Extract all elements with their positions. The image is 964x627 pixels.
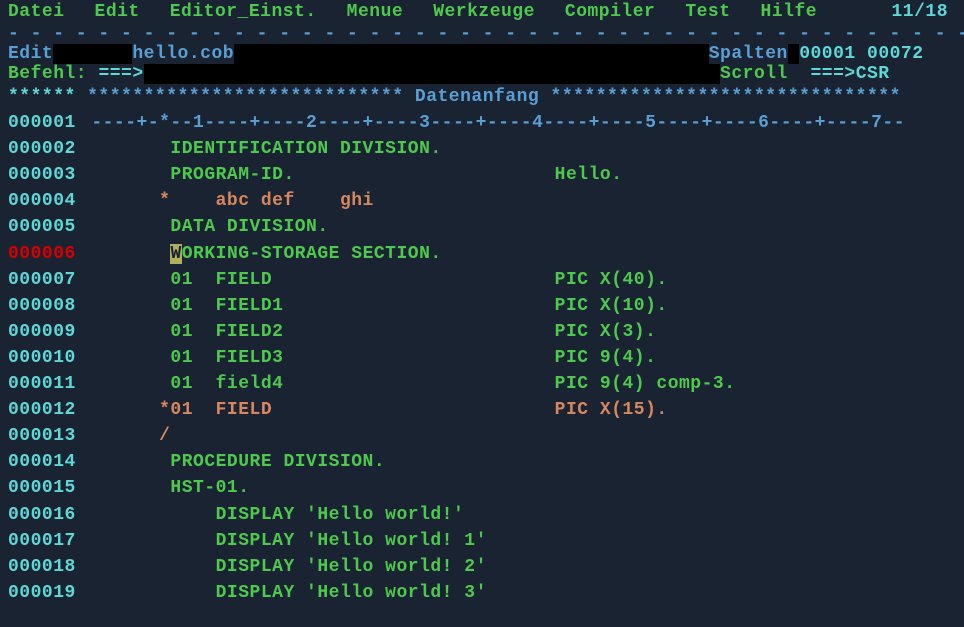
code-line[interactable]: 000002 IDENTIFICATION DIVISION.	[8, 136, 956, 162]
code-line[interactable]: 000009 01 FIELD2 PIC X(3).	[8, 319, 956, 345]
filename: hello.cob	[132, 44, 234, 64]
line-number: 000002	[8, 136, 80, 162]
text-cursor: W	[170, 244, 181, 264]
code-text: *01 FIELD PIC X(15).	[91, 400, 667, 420]
menu-editor-einst[interactable]: Editor_Einst.	[170, 2, 317, 22]
befehl-label: Befehl:	[8, 64, 87, 84]
banner-line: ****** **************************** Date…	[8, 84, 956, 110]
code-text: * abc def ghi	[91, 191, 374, 211]
mode-gap	[53, 44, 132, 64]
line-number: 000010	[8, 345, 80, 371]
code-text: ----+-*--1----+----2----+----3----+----4…	[91, 113, 905, 133]
line-number: 000011	[8, 371, 80, 397]
code-line[interactable]: 000006 WORKING-STORAGE SECTION.	[8, 241, 956, 267]
menu-edit[interactable]: Edit	[95, 2, 140, 22]
line-number: 000007	[8, 267, 80, 293]
code-area[interactable]: ****** **************************** Date…	[0, 84, 964, 606]
code-text: IDENTIFICATION DIVISION.	[91, 139, 441, 159]
line-number: 000004	[8, 188, 80, 214]
spalten-gap	[788, 44, 799, 64]
code-text: DATA DIVISION.	[91, 217, 328, 237]
banner-title: Datenanfang	[415, 87, 539, 107]
divider-line: - - - - - - - - - - - - - - - - - - - - …	[0, 24, 964, 44]
code-text: 01 FIELD3 PIC 9(4).	[91, 348, 656, 368]
menu-compiler[interactable]: Compiler	[565, 2, 655, 22]
code-line[interactable]: 000014 PROCEDURE DIVISION.	[8, 449, 956, 475]
line-number: 000005	[8, 214, 80, 240]
menu-hilfe[interactable]: Hilfe	[761, 2, 818, 22]
line-number: 000019	[8, 580, 80, 606]
code-text: 01 field4 PIC 9(4) comp-3.	[91, 374, 735, 394]
line-number: 000014	[8, 449, 80, 475]
menu-menue[interactable]: Menue	[347, 2, 404, 22]
code-line[interactable]: 000008 01 FIELD1 PIC X(10).	[8, 293, 956, 319]
line-number: 000017	[8, 528, 80, 554]
code-line[interactable]: 000007 01 FIELD PIC X(40).	[8, 267, 956, 293]
col-start: 00001	[799, 44, 856, 64]
code-line[interactable]: 000012 *01 FIELD PIC X(15).	[8, 397, 956, 423]
code-text: HST-01.	[91, 478, 249, 498]
code-line[interactable]: 000010 01 FIELD3 PIC 9(4).	[8, 345, 956, 371]
code-text: DISPLAY 'Hello world! 1'	[91, 531, 487, 551]
code-text: PROCEDURE DIVISION.	[91, 452, 385, 472]
code-text: DISPLAY 'Hello world! 2'	[91, 557, 487, 577]
code-text-post: ORKING-STORAGE SECTION.	[182, 244, 442, 264]
code-line[interactable]: 000011 01 field4 PIC 9(4) comp-3.	[8, 371, 956, 397]
code-line[interactable]: 000003 PROGRAM-ID. Hello.	[8, 162, 956, 188]
line-number: 000012	[8, 397, 80, 423]
mode-label: Edit	[8, 44, 53, 64]
line-number: 000009	[8, 319, 80, 345]
code-text: 01 FIELD1 PIC X(10).	[91, 296, 667, 316]
scroll-prompt: ===>	[810, 64, 855, 84]
line-number: 000001	[8, 110, 80, 136]
col-end: 00072	[867, 44, 924, 64]
line-number: 000015	[8, 475, 80, 501]
line-number: 000003	[8, 162, 80, 188]
banner-stars-left: ******	[8, 87, 76, 107]
code-text: PROGRAM-ID. Hello.	[91, 165, 622, 185]
command-input[interactable]	[144, 64, 720, 84]
code-line[interactable]: 000004 * abc def ghi	[8, 188, 956, 214]
befehl-prompt[interactable]: ===>	[98, 64, 143, 84]
banner-stars-mid2: *******************************	[551, 87, 901, 107]
header-row: Edit hello.cob Spalten 00001 00072	[0, 44, 964, 64]
scroll-label: Scroll	[720, 64, 788, 84]
code-line[interactable]: 000015 HST-01.	[8, 475, 956, 501]
filename-gap	[234, 44, 709, 64]
line-number: 000006	[8, 241, 80, 267]
menu-datei[interactable]: Datei	[8, 2, 65, 22]
code-line[interactable]: 000018 DISPLAY 'Hello world! 2'	[8, 554, 956, 580]
code-text: /	[91, 426, 170, 446]
line-number: 000008	[8, 293, 80, 319]
scroll-value[interactable]: CSR	[856, 64, 890, 84]
code-line[interactable]: 000013 /	[8, 423, 956, 449]
line-number: 000016	[8, 502, 80, 528]
code-text: 01 FIELD2 PIC X(3).	[91, 322, 656, 342]
line-number: 000013	[8, 423, 80, 449]
code-line[interactable]: 000005 DATA DIVISION.	[8, 214, 956, 240]
code-line[interactable]: 000001 ----+-*--1----+----2----+----3---…	[8, 110, 956, 136]
code-text: 01 FIELD PIC X(40).	[91, 270, 667, 290]
banner-stars-mid1: ****************************	[87, 87, 403, 107]
command-row: Befehl: ===> Scroll ===>CSR	[0, 64, 964, 84]
code-text: DISPLAY 'Hello world!'	[91, 505, 464, 525]
spalten-label: Spalten	[709, 44, 788, 64]
menu-werkzeuge[interactable]: Werkzeuge	[433, 2, 535, 22]
menu-test[interactable]: Test	[685, 2, 730, 22]
line-number: 000018	[8, 554, 80, 580]
cursor-position: 11/18	[891, 2, 948, 22]
code-text-pre	[91, 244, 170, 264]
code-line[interactable]: 000017 DISPLAY 'Hello world! 1'	[8, 528, 956, 554]
menubar: Datei Edit Editor_Einst. Menue Werkzeuge…	[0, 0, 964, 24]
code-line[interactable]: 000016 DISPLAY 'Hello world!'	[8, 502, 956, 528]
code-text: DISPLAY 'Hello world! 3'	[91, 583, 487, 603]
code-line[interactable]: 000019 DISPLAY 'Hello world! 3'	[8, 580, 956, 606]
